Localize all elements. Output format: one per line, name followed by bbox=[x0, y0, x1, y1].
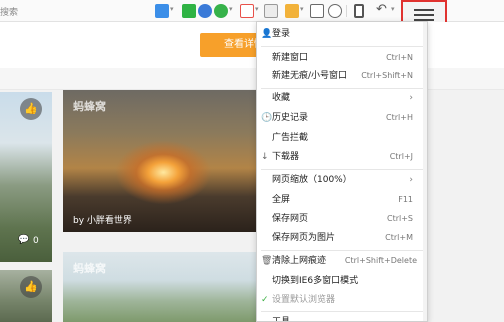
like-icon[interactable]: 👍 bbox=[20, 98, 42, 120]
menu-item-label: 历史记录 bbox=[272, 113, 309, 123]
translate-icon[interactable] bbox=[240, 4, 254, 18]
download-icon: ↓ bbox=[261, 152, 269, 162]
globe-icon[interactable] bbox=[198, 4, 212, 18]
menu-item-clear-browsing-data[interactable]: 🗑 清除上网痕迹 Ctrl+Shift+Delete bbox=[257, 251, 427, 271]
menu-item-label: 新建窗口 bbox=[272, 53, 309, 63]
menu-item-new-incognito-window[interactable]: 新建无痕/小号窗口 Ctrl+Shift+N bbox=[257, 66, 427, 86]
like-icon[interactable]: 👍 bbox=[20, 276, 42, 298]
comment-count: 0 bbox=[33, 236, 39, 246]
banner: 查看详情 bbox=[0, 22, 504, 68]
photo-caption: by 小胖看世界 bbox=[73, 216, 132, 226]
menu-item-shortcut: Ctrl+H bbox=[386, 113, 413, 122]
scissors-icon[interactable] bbox=[264, 4, 278, 18]
menu-item-set-default-browser[interactable]: ✓ 设置默认浏览器 bbox=[257, 290, 427, 310]
menu-item-label: 设置默认浏览器 bbox=[272, 295, 336, 305]
check-icon: ✓ bbox=[261, 295, 269, 305]
menu-item-shortcut: F11 bbox=[398, 195, 413, 204]
photo-card[interactable]: 蚂蜂窝 by 小胖看世界 bbox=[63, 90, 256, 232]
apps-icon[interactable] bbox=[155, 4, 169, 18]
menu-icon-bar bbox=[414, 14, 434, 16]
menu-item-new-window[interactable]: 新建窗口 Ctrl+N bbox=[257, 48, 427, 68]
image-icon[interactable] bbox=[285, 4, 299, 18]
zoom-icon[interactable] bbox=[328, 4, 342, 18]
chevron-down-icon[interactable]: ▾ bbox=[255, 5, 259, 13]
user-icon: 👤 bbox=[261, 29, 273, 39]
menu-item-login[interactable]: 👤 登录 bbox=[257, 24, 427, 44]
main-menu-dropdown: 👤 登录 新建窗口 Ctrl+N 新建无痕/小号窗口 Ctrl+Shift+N … bbox=[256, 21, 428, 322]
menu-item-shortcut: Ctrl+M bbox=[385, 233, 413, 242]
menu-item-label: 下载器 bbox=[272, 152, 300, 162]
shield-icon[interactable] bbox=[182, 4, 196, 18]
menu-item-label: 清除上网痕迹 bbox=[272, 256, 327, 266]
menu-item-shortcut: Ctrl+S bbox=[386, 214, 413, 223]
menu-scrollbar[interactable] bbox=[423, 22, 427, 321]
menu-item-favorites[interactable]: 收藏 › bbox=[257, 88, 427, 108]
clock-icon: 🕒 bbox=[261, 113, 273, 123]
separator-strip bbox=[0, 68, 504, 90]
watermark: 蚂蜂窝 bbox=[73, 100, 106, 113]
menu-item-ad-block[interactable]: 广告拦截 bbox=[257, 128, 427, 148]
photo-card[interactable]: 👍 💬 0 bbox=[0, 92, 52, 262]
menu-item-label: 广告拦截 bbox=[272, 133, 309, 143]
page-content: 查看详情 👍 💬 0 蚂蜂窝 by 小胖看世界 👍 蚂蜂窝 bbox=[0, 22, 504, 322]
chevron-right-icon: › bbox=[409, 175, 413, 185]
menu-item-shortcut: Ctrl+Shift+N bbox=[361, 71, 413, 80]
menu-item-history[interactable]: 🕒 历史记录 Ctrl+H bbox=[257, 108, 427, 128]
menu-item-label: 收藏 bbox=[272, 93, 291, 103]
trash-icon: 🗑 bbox=[261, 256, 273, 266]
chevron-down-icon[interactable]: ▾ bbox=[170, 5, 174, 13]
coin-icon[interactable] bbox=[214, 4, 228, 18]
menu-item-downloads[interactable]: ↓ 下载器 Ctrl+J bbox=[257, 147, 427, 167]
menu-item-shortcut: Ctrl+Shift+Delete bbox=[344, 256, 417, 265]
chevron-down-icon[interactable]: ▾ bbox=[300, 5, 304, 13]
watermark: 蚂蜂窝 bbox=[73, 262, 106, 275]
menu-item-label: 网页缩放（100%） bbox=[272, 175, 352, 185]
chevron-right-icon: › bbox=[409, 93, 413, 103]
menu-item-label: 保存网页 bbox=[272, 214, 309, 224]
menu-item-label: 切换到IE6多窗口模式 bbox=[272, 276, 359, 286]
menu-item-label: 新建无痕/小号窗口 bbox=[272, 71, 348, 81]
search-hint[interactable]: 搜索 bbox=[0, 5, 18, 18]
chevron-down-icon[interactable]: ▾ bbox=[229, 5, 233, 13]
menu-item-zoom[interactable]: 网页缩放（100%） › bbox=[257, 170, 427, 190]
menu-item-save-page[interactable]: 保存网页 Ctrl+S bbox=[257, 209, 427, 229]
phone-icon[interactable] bbox=[354, 4, 364, 18]
menu-item-label: 全屏 bbox=[272, 195, 291, 205]
browser-toolbar: 搜索 ▾ ▾ ▾ ▾ ↶ ▾ bbox=[0, 0, 504, 28]
menu-item-tools[interactable]: 工具 bbox=[257, 312, 427, 322]
menu-item-shortcut: Ctrl+N bbox=[386, 53, 413, 62]
menu-item-shortcut: Ctrl+J bbox=[389, 152, 413, 161]
menu-item-fullscreen[interactable]: 全屏 F11 bbox=[257, 190, 427, 210]
menu-item-label: 登录 bbox=[272, 29, 291, 39]
menu-divider bbox=[261, 46, 423, 47]
chevron-down-icon[interactable]: ▾ bbox=[391, 5, 395, 13]
photo-card[interactable]: 👍 bbox=[0, 270, 52, 322]
undo-icon[interactable]: ↶ bbox=[376, 2, 387, 17]
menu-item-ie6-mode[interactable]: 切换到IE6多窗口模式 bbox=[257, 271, 427, 291]
menu-item-label: 保存网页为图片 bbox=[272, 233, 336, 243]
menu-item-label: 工具 bbox=[272, 317, 291, 322]
toolbar-divider bbox=[346, 5, 347, 17]
comment-icon[interactable]: 💬 bbox=[18, 235, 29, 245]
menu-item-save-page-as-image[interactable]: 保存网页为图片 Ctrl+M bbox=[257, 228, 427, 248]
calculator-icon[interactable] bbox=[310, 4, 324, 18]
photo-card[interactable]: 蚂蜂窝 bbox=[63, 252, 256, 322]
menu-icon bbox=[414, 9, 434, 11]
